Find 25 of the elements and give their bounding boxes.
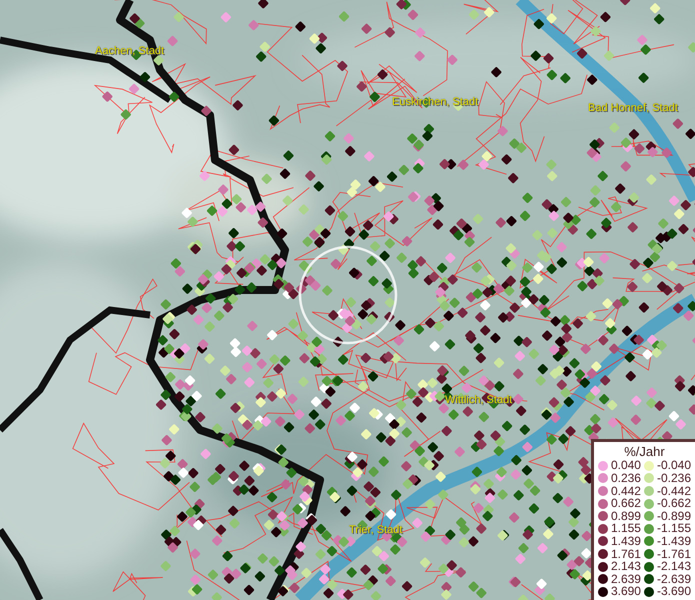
city-label: Bad Honnef, Stadt <box>588 102 678 114</box>
legend-value: 0.236 <box>610 472 641 485</box>
legend-value: 0.040 <box>610 459 641 472</box>
legend-value: -2.639 <box>656 572 691 586</box>
legend-value: -3.690 <box>656 585 691 598</box>
city-label: Wittlich, Stadt <box>445 394 512 406</box>
legend-value: 1.439 <box>610 535 641 548</box>
legend-value: -0.899 <box>656 510 691 522</box>
legend-value: -1.439 <box>656 535 691 548</box>
legend-value: -1.155 <box>656 522 691 536</box>
legend-value: 1.761 <box>610 548 641 560</box>
legend-title: %/Jahr <box>623 444 666 460</box>
legend-value: -0.662 <box>656 497 691 510</box>
legend-value: -0.040 <box>656 459 691 472</box>
legend-value: 2.639 <box>610 572 641 586</box>
legend-value: -2.143 <box>656 560 691 573</box>
legend-value: 0.442 <box>610 484 641 498</box>
legend-value: -1.761 <box>656 548 691 560</box>
legend-value: 3.690 <box>610 585 641 598</box>
legend-value: 1.155 <box>610 522 641 536</box>
legend-value: 0.662 <box>610 497 641 510</box>
legend-value: -0.236 <box>656 472 691 485</box>
legend-value: -0.442 <box>656 484 691 498</box>
legend-value: 0.899 <box>610 510 641 522</box>
legend-value: 2.143 <box>610 560 641 573</box>
